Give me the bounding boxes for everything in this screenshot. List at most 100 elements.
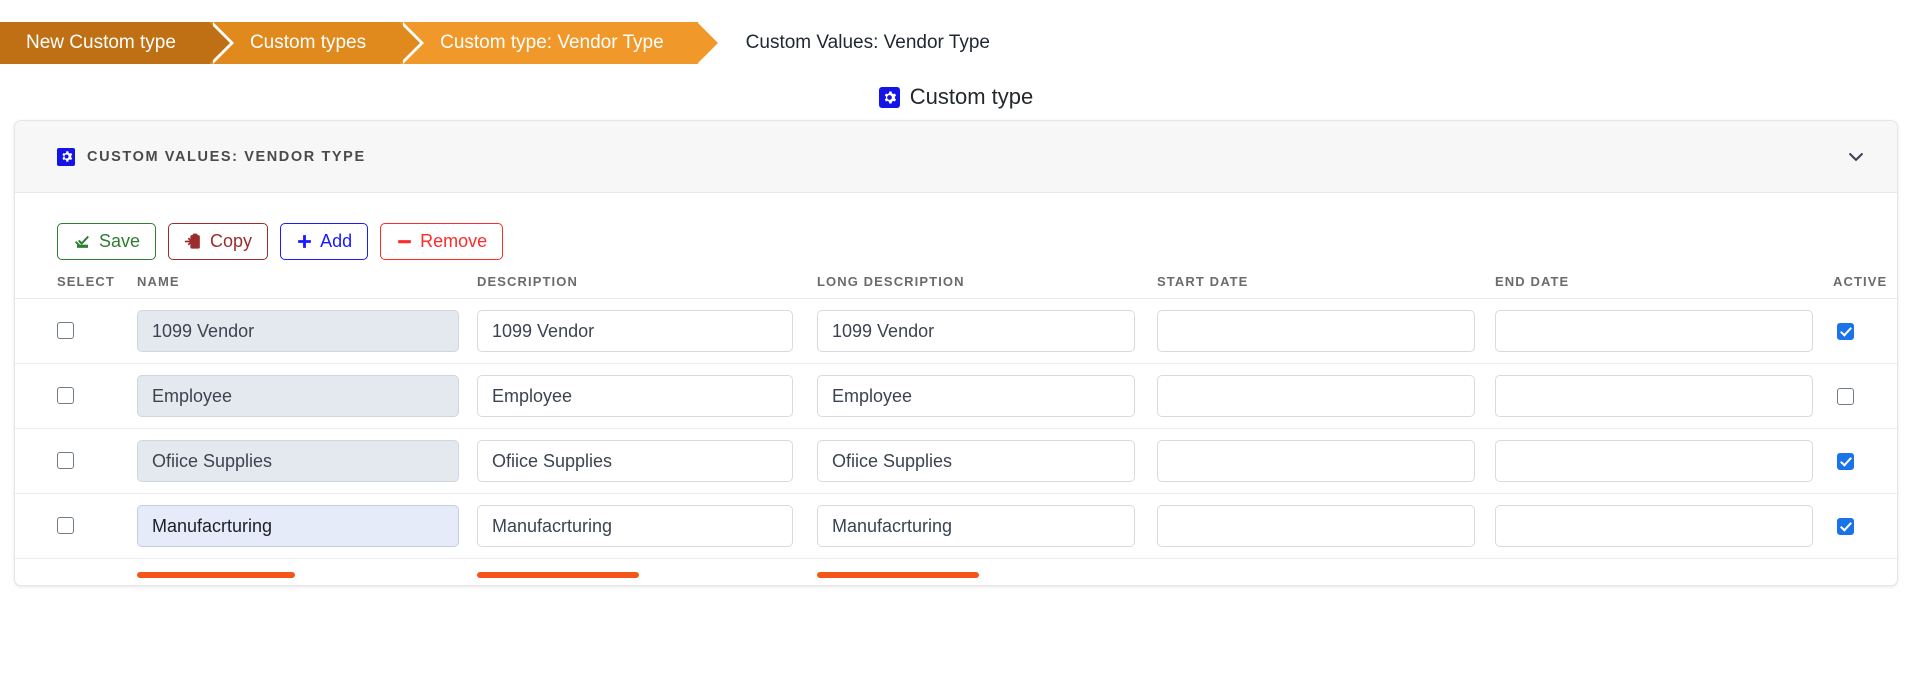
- active-checkbox[interactable]: [1837, 387, 1854, 405]
- column-header-select: Select: [15, 274, 137, 299]
- breadcrumb-item-custom-types[interactable]: Custom types: [209, 22, 425, 64]
- table-row: 1099 Vendor 1099 Vendor 1099 Vendor: [15, 298, 1897, 364]
- breadcrumb-arrow-icon: [696, 22, 718, 64]
- marker-name-cell: [137, 559, 477, 586]
- row-end-date-cell: [1495, 363, 1833, 429]
- row-select-checkbox[interactable]: [57, 387, 74, 405]
- panel-title-label: Custom Values: Vendor Type: [87, 148, 366, 165]
- row-select-cell: [15, 298, 137, 364]
- long-description-input[interactable]: Employee: [817, 375, 1135, 417]
- row-name-cell: Manufacrturing: [137, 493, 477, 559]
- end-date-input[interactable]: [1495, 375, 1813, 417]
- minus-icon: [396, 233, 413, 250]
- row-description-cell: Manufacrturing: [477, 493, 817, 559]
- marker-spacer: [1495, 559, 1833, 586]
- name-input[interactable]: Ofiice Supplies: [137, 440, 459, 482]
- description-input[interactable]: Manufacrturing: [477, 505, 793, 547]
- description-input[interactable]: Ofiice Supplies: [477, 440, 793, 482]
- copy-button[interactable]: Copy: [168, 223, 269, 260]
- row-active-cell: [1833, 493, 1897, 559]
- panel-body: Save Copy Add Remove SELECT NAME DESCRIP…: [15, 193, 1897, 585]
- start-date-input[interactable]: [1157, 375, 1475, 417]
- save-icon: [73, 232, 92, 251]
- description-input[interactable]: Employee: [477, 375, 793, 417]
- plus-icon: [296, 233, 313, 250]
- column-header-long-description: Long Description: [817, 274, 1157, 299]
- row-description-cell: Ofiice Supplies: [477, 428, 817, 494]
- end-date-input[interactable]: [1495, 505, 1813, 547]
- row-active-cell: [1833, 298, 1897, 364]
- copy-icon: [184, 232, 203, 251]
- row-long-description-cell: Ofiice Supplies: [817, 428, 1157, 494]
- add-button[interactable]: Add: [280, 223, 369, 260]
- table-row: Employee Employee Employee: [15, 363, 1897, 429]
- marker-row: [15, 559, 1897, 586]
- row-select-cell: [15, 428, 137, 494]
- row-end-date-cell: [1495, 493, 1833, 559]
- row-active-cell: [1833, 428, 1897, 494]
- row-name-cell: Employee: [137, 363, 477, 429]
- custom-values-table: Select Name Description Long Description…: [15, 274, 1897, 586]
- marker-long-description-cell: [817, 559, 1157, 586]
- name-input[interactable]: 1099 Vendor: [137, 310, 459, 352]
- panel-header: Custom Values: Vendor Type: [15, 121, 1897, 193]
- start-date-input[interactable]: [1157, 440, 1475, 482]
- description-input[interactable]: 1099 Vendor: [477, 310, 793, 352]
- name-highlight-marker: [137, 572, 295, 578]
- breadcrumb-item-new-custom-type[interactable]: New Custom type: [0, 22, 234, 64]
- custom-values-panel: Custom Values: Vendor Type Save: [14, 120, 1898, 586]
- copy-button-label: Copy: [210, 231, 253, 251]
- row-long-description-cell: 1099 Vendor: [817, 298, 1157, 364]
- active-checkbox[interactable]: [1837, 452, 1854, 470]
- breadcrumb-item-label: Custom type: Vendor Type: [440, 32, 664, 53]
- remove-button-label: Remove: [420, 231, 488, 251]
- column-header-end-date: End Date: [1495, 274, 1833, 299]
- row-active-cell: [1833, 363, 1897, 429]
- row-select-checkbox[interactable]: [57, 517, 74, 535]
- breadcrumb-item-custom-type-vendor-type[interactable]: Custom type: Vendor Type: [400, 22, 718, 64]
- save-button-label: Save: [99, 231, 141, 251]
- table-row: Ofiice Supplies Ofiice Supplies Ofiice S…: [15, 428, 1897, 494]
- row-start-date-cell: [1157, 298, 1495, 364]
- start-date-input[interactable]: [1157, 505, 1475, 547]
- remove-button[interactable]: Remove: [380, 223, 504, 260]
- name-input[interactable]: Manufacrturing: [137, 505, 459, 547]
- column-header-name: Name: [137, 274, 477, 299]
- marker-spacer: [15, 559, 137, 586]
- active-checkbox[interactable]: [1837, 517, 1854, 535]
- end-date-input[interactable]: [1495, 310, 1813, 352]
- name-input[interactable]: Employee: [137, 375, 459, 417]
- end-date-input[interactable]: [1495, 440, 1813, 482]
- start-date-input[interactable]: [1157, 310, 1475, 352]
- marker-spacer: [1833, 559, 1897, 586]
- table-header: Select Name Description Long Description…: [15, 274, 1897, 299]
- row-select-cell: [15, 493, 137, 559]
- table-header-row: Select Name Description Long Description…: [15, 274, 1897, 299]
- table-row: Manufacrturing Manufacrturing Manufacrtu…: [15, 493, 1897, 559]
- long-description-input[interactable]: Manufacrturing: [817, 505, 1135, 547]
- row-description-cell: Employee: [477, 363, 817, 429]
- active-checkbox[interactable]: [1837, 322, 1854, 340]
- chevron-down-icon[interactable]: [1843, 144, 1869, 170]
- row-select-checkbox[interactable]: [57, 452, 74, 470]
- row-start-date-cell: [1157, 428, 1495, 494]
- long-description-input[interactable]: Ofiice Supplies: [817, 440, 1135, 482]
- column-header-start-date: Start Date: [1157, 274, 1495, 299]
- table-body: 1099 Vendor 1099 Vendor 1099 Vendor Empl…: [15, 298, 1897, 586]
- row-name-cell: 1099 Vendor: [137, 298, 477, 364]
- breadcrumb-arrow-icon: [399, 22, 421, 64]
- row-name-cell: Ofiice Supplies: [137, 428, 477, 494]
- page-title: Custom type: [0, 84, 1912, 110]
- long-description-input[interactable]: 1099 Vendor: [817, 310, 1135, 352]
- row-select-cell: [15, 363, 137, 429]
- toolbar: Save Copy Add Remove: [15, 213, 1897, 260]
- breadcrumb-current: Custom Values: Vendor Type: [745, 32, 990, 53]
- save-button[interactable]: Save: [57, 223, 157, 260]
- description-highlight-marker: [477, 572, 639, 578]
- row-end-date-cell: [1495, 298, 1833, 364]
- page-title-label: Custom type: [909, 84, 1034, 109]
- gear-icon: [878, 86, 900, 108]
- marker-description-cell: [477, 559, 817, 586]
- marker-spacer: [1157, 559, 1495, 586]
- row-select-checkbox[interactable]: [57, 322, 74, 340]
